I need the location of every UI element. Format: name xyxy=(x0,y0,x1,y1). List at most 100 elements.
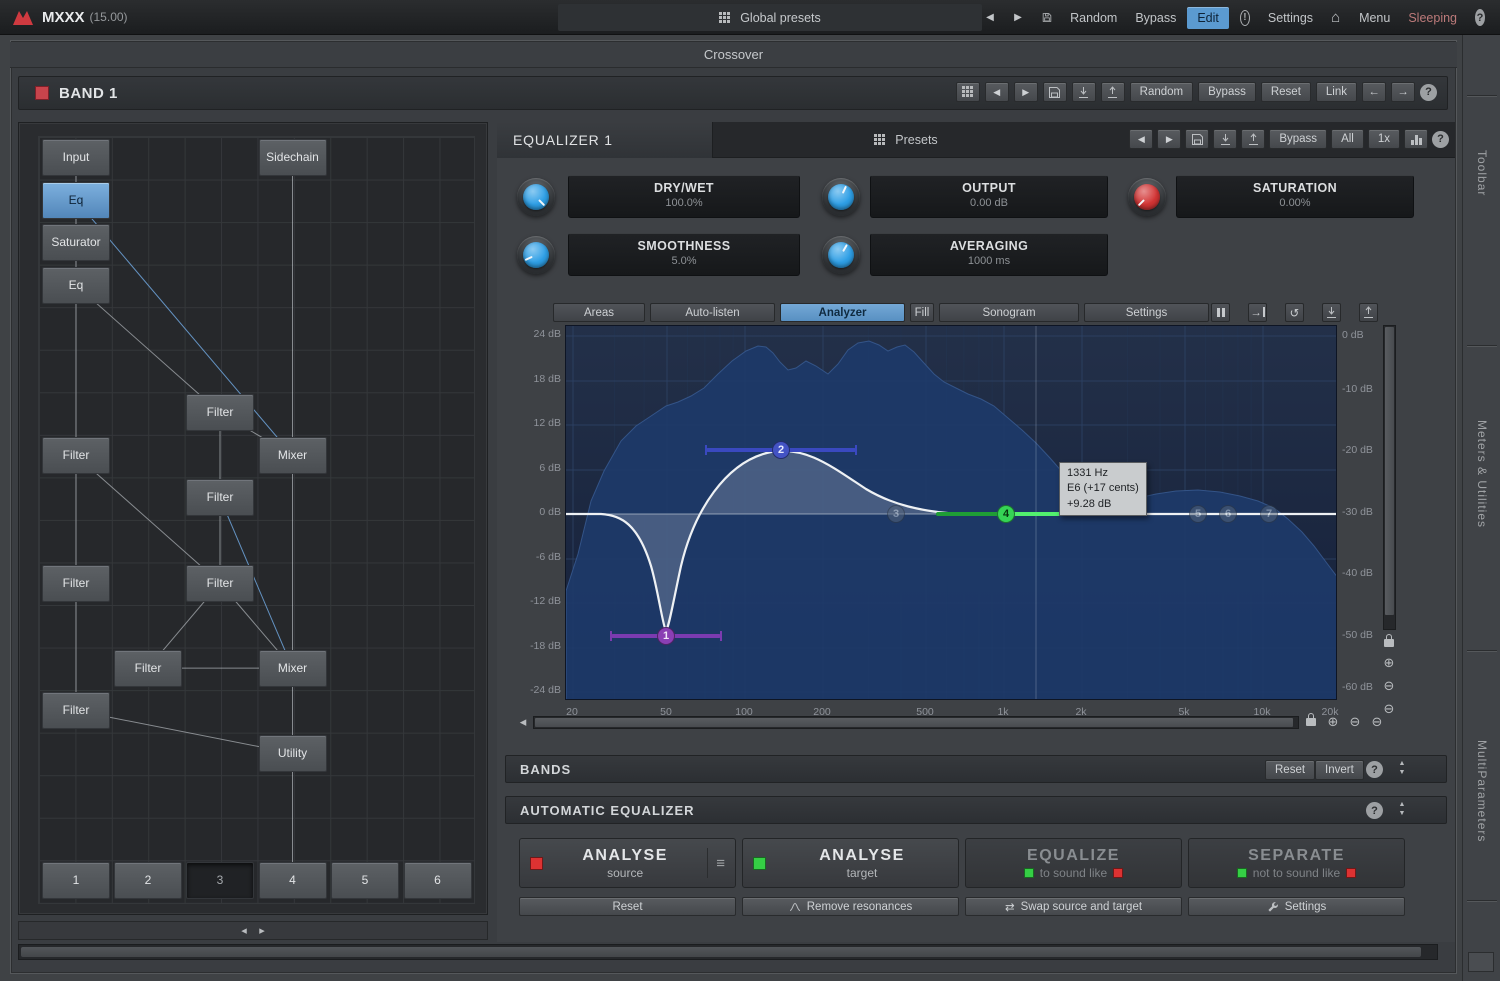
eq-prev-button[interactable]: ◀ xyxy=(1129,129,1153,149)
next-preset-button[interactable]: ▶ xyxy=(1007,5,1031,31)
eq-zoom-reset-h-button[interactable]: ⊖ xyxy=(1369,714,1385,730)
home-button[interactable]: ⌂ xyxy=(1324,5,1348,31)
resize-corner[interactable] xyxy=(1468,952,1494,972)
save-preset-button[interactable] xyxy=(1035,5,1059,31)
edit-button[interactable]: Edit xyxy=(1187,7,1229,29)
routing-slot-5[interactable]: 5 xyxy=(331,862,399,899)
menu-button[interactable]: Menu xyxy=(1352,5,1397,31)
routing-slot-2[interactable]: 2 xyxy=(114,862,182,899)
routing-module-saturator-3[interactable]: Saturator xyxy=(42,224,110,261)
graph-import-button[interactable] xyxy=(1322,303,1341,322)
tab-analyzer[interactable]: Analyzer xyxy=(780,303,905,322)
band-save-button[interactable] xyxy=(1043,82,1067,102)
routing-module-eq-2[interactable]: Eq xyxy=(42,182,110,219)
spin-up-icon[interactable]: ▲ xyxy=(1394,760,1410,767)
eq-zoom-in-v-button[interactable]: ⊕ xyxy=(1381,655,1397,671)
scrollbar-thumb[interactable] xyxy=(535,718,1293,727)
bypass-button[interactable]: Bypass xyxy=(1128,5,1183,31)
routing-module-mixer-12[interactable]: Mixer xyxy=(259,650,327,687)
routing-module-filter-10[interactable]: Filter xyxy=(186,565,254,602)
global-presets-button[interactable]: Global presets xyxy=(558,4,982,31)
band-presets-button[interactable] xyxy=(956,82,980,102)
band-import-button[interactable] xyxy=(1072,82,1096,102)
tab-fill[interactable]: Fill xyxy=(910,303,934,322)
band-color-swatch[interactable] xyxy=(35,86,49,100)
auto-eq-collapse-spinner[interactable]: ▲ ▼ xyxy=(1394,801,1410,817)
routing-module-filter-11[interactable]: Filter xyxy=(114,650,182,687)
settings-button[interactable]: Settings xyxy=(1261,5,1320,31)
undo-button[interactable]: ↺ xyxy=(1285,303,1304,322)
routing-scrollbar[interactable]: ◂ ▸ xyxy=(18,921,488,940)
routing-module-filter-9[interactable]: Filter xyxy=(42,565,110,602)
auto-eq-settings-button[interactable]: Settings xyxy=(1188,897,1405,916)
band-help-button[interactable]: ? xyxy=(1420,84,1437,101)
eq-vertical-scrollbar[interactable] xyxy=(1383,325,1396,630)
averaging-knob[interactable] xyxy=(822,236,860,274)
sleeping-indicator[interactable]: Sleeping xyxy=(1401,5,1464,31)
eq-help-button[interactable]: ? xyxy=(1432,131,1449,148)
routing-module-eq-4[interactable]: Eq xyxy=(42,267,110,304)
band-forward-button[interactable]: → xyxy=(1391,82,1415,102)
band-bypass-button[interactable]: Bypass xyxy=(1198,82,1256,102)
separate-button[interactable]: SEPARATE not to sound like xyxy=(1188,838,1405,888)
eq-zoom-in-h-button[interactable]: ⊕ xyxy=(1325,714,1341,730)
remove-resonances-button[interactable]: Remove resonances xyxy=(742,897,959,916)
routing-module-input-0[interactable]: Input xyxy=(42,139,110,176)
band-next-button[interactable]: ▶ xyxy=(1014,82,1038,102)
eq-lock-h-button[interactable] xyxy=(1303,711,1319,727)
sidebar-section-toolbar[interactable]: Toolbar xyxy=(1475,150,1489,196)
analyse-source-button[interactable]: ANALYSE source ≡ xyxy=(519,838,736,888)
step-button[interactable]: → xyxy=(1248,303,1267,322)
eq-band-handle-1[interactable]: 1 xyxy=(657,627,675,645)
eq-next-button[interactable]: ▶ xyxy=(1157,129,1181,149)
bands-invert-button[interactable]: Invert xyxy=(1315,760,1364,780)
prev-preset-button[interactable]: ◀ xyxy=(979,5,1003,31)
band-back-button[interactable]: ← xyxy=(1362,82,1386,102)
help-button[interactable]: ? xyxy=(1468,5,1492,31)
eq-band-handle-2[interactable]: 2 xyxy=(772,441,790,459)
eq-lock-button[interactable] xyxy=(1381,632,1397,648)
averaging-display[interactable]: AVERAGING 1000 ms xyxy=(870,233,1108,276)
routing-module-sidechain-1[interactable]: Sidechain xyxy=(259,139,327,176)
spin-up-icon[interactable]: ▲ xyxy=(1394,801,1410,808)
eq-horizontal-scrollbar[interactable] xyxy=(533,716,1299,729)
routing-module-mixer-7[interactable]: Mixer xyxy=(259,437,327,474)
band-random-button[interactable]: Random xyxy=(1130,82,1193,102)
eq-zoom-out-v-button[interactable]: ⊖ xyxy=(1381,678,1397,694)
routing-module-filter-13[interactable]: Filter xyxy=(42,692,110,729)
main-horizontal-scrollbar[interactable] xyxy=(18,944,1438,960)
routing-slot-3[interactable]: 3 xyxy=(186,862,254,899)
tab-sonogram[interactable]: Sonogram xyxy=(939,303,1079,322)
bands-collapse-spinner[interactable]: ▲ ▼ xyxy=(1394,760,1410,776)
band-reset-button[interactable]: Reset xyxy=(1261,82,1311,102)
routing-slot-6[interactable]: 6 xyxy=(404,862,472,899)
scroll-right-icon[interactable]: ▸ xyxy=(254,923,270,938)
tab-areas[interactable]: Areas xyxy=(553,303,645,322)
saturation-knob[interactable] xyxy=(1128,178,1166,216)
spin-down-icon[interactable]: ▼ xyxy=(1394,810,1410,817)
eq-plot[interactable]: 1331 Hz E6 (+17 cents) +9.28 dB 1234567 xyxy=(565,325,1337,700)
routing-slot-4[interactable]: 4 xyxy=(259,862,327,899)
sidebar-section-multiparameters[interactable]: MultiParameters xyxy=(1475,740,1489,842)
eq-band-handle-6[interactable]: 6 xyxy=(1219,505,1237,523)
routing-module-utility-14[interactable]: Utility xyxy=(259,735,327,772)
auto-eq-reset-button[interactable]: Reset xyxy=(519,897,736,916)
routing-slot-1[interactable]: 1 xyxy=(42,862,110,899)
band-prev-button[interactable]: ◀ xyxy=(985,82,1009,102)
tab-settings[interactable]: Settings xyxy=(1084,303,1209,322)
dry-wet-display[interactable]: DRY/WET 100.0% xyxy=(568,175,800,218)
eq-band-handle-3[interactable]: 3 xyxy=(887,505,905,523)
scroll-left-icon[interactable]: ◂ xyxy=(236,923,252,938)
eq-band-handle-7[interactable]: 7 xyxy=(1260,505,1278,523)
swap-source-target-button[interactable]: ⇄ Swap source and target xyxy=(965,897,1182,916)
pause-button[interactable] xyxy=(1211,303,1230,322)
crossover-tab[interactable]: Crossover xyxy=(10,42,1457,68)
analyse-target-button[interactable]: ANALYSE target xyxy=(742,838,959,888)
routing-module-filter-8[interactable]: Filter xyxy=(186,479,254,516)
sidebar-section-meters-utilities[interactable]: Meters & Utilities xyxy=(1475,420,1489,528)
tab-auto-listen[interactable]: Auto-listen xyxy=(650,303,775,322)
band-export-button[interactable] xyxy=(1101,82,1125,102)
output-display[interactable]: OUTPUT 0.00 dB xyxy=(870,175,1108,218)
bands-reset-button[interactable]: Reset xyxy=(1265,760,1315,780)
smoothness-display[interactable]: SMOOTHNESS 5.0% xyxy=(568,233,800,276)
